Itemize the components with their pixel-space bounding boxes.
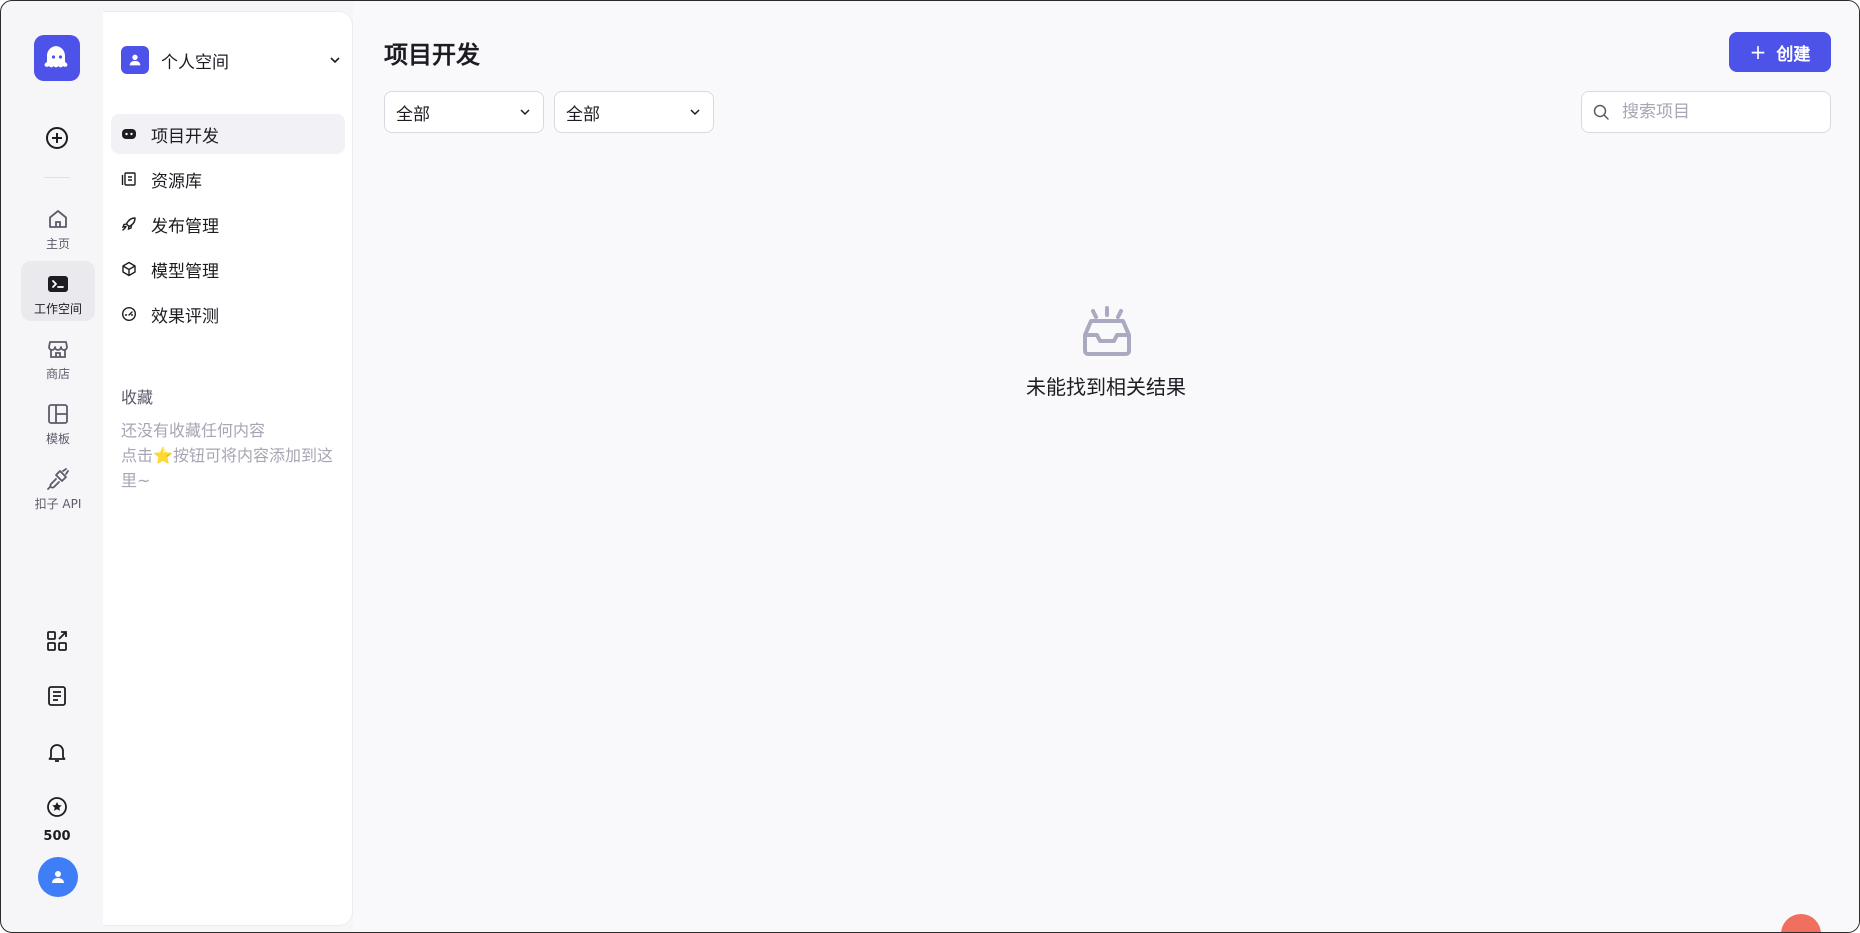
favorites-title: 收藏 [121,388,154,407]
space-user-icon [121,46,149,74]
rail-item-store[interactable]: 商店 [21,326,95,386]
type-filter-select[interactable]: 全部 [384,91,544,133]
template-icon [45,401,71,427]
rail-item-label: 扣子 API [34,497,82,511]
bell-icon[interactable] [43,738,71,766]
favorites-empty-line1: 还没有收藏任何内容 [121,421,266,440]
nav-item-models[interactable]: 模型管理 [111,249,345,289]
plus-icon: + [1749,40,1767,64]
search-box[interactable] [1581,91,1831,133]
bot-icon [121,126,137,142]
rail-item-label: 主页 [45,237,70,251]
app-window: 主页 工作空间 商店 模板 扣子 API 500 个人空间 项目开发 资源库 发… [0,0,1860,933]
rail-item-label: 模板 [45,432,70,446]
user-icon [52,871,64,883]
rail-item-template[interactable]: 模板 [21,391,95,451]
nav-item-label: 资源库 [151,171,202,192]
search-input[interactable] [1620,101,1824,123]
rail-item-label: 工作空间 [33,302,82,316]
chevron-down-icon [329,51,341,70]
create-plus-icon[interactable] [43,124,71,152]
rail-item-label: 商店 [45,367,70,381]
status-filter-select[interactable]: 全部 [554,91,714,133]
api-plug-icon [45,466,71,492]
nav-item-library[interactable]: 资源库 [111,159,345,199]
credits-icon[interactable] [43,793,71,821]
gauge-icon [121,306,137,322]
empty-inbox-icon [1083,306,1131,356]
favorites-hint-text: 点击 [121,446,154,465]
global-rail: 主页 工作空间 商店 模板 扣子 API 500 [11,11,104,924]
star-icon: ⭐ [153,446,173,465]
nav-item-label: 发布管理 [151,216,219,237]
nav-item-label: 模型管理 [151,261,219,282]
nav-item-label: 效果评测 [151,306,219,327]
cube-icon [121,261,137,277]
workspace-sidebar: 个人空间 项目开发 资源库 发布管理 模型管理 效果评测 收藏 还没有收藏任何内… [103,11,353,926]
avatar[interactable] [38,857,78,897]
rail-item-workspace[interactable]: 工作空间 [21,261,95,321]
coze-logo[interactable] [34,35,80,81]
document-icon[interactable] [43,682,71,710]
create-button-label: 创建 [1776,44,1811,65]
chevron-down-icon [519,103,531,122]
apps-grid-icon[interactable] [43,627,71,655]
create-button[interactable]: + 创建 [1729,32,1831,72]
space-name: 个人空间 [161,52,229,73]
nav-item-publish[interactable]: 发布管理 [111,204,345,244]
nav-item-project-dev[interactable]: 项目开发 [111,114,345,154]
chevron-down-icon [689,103,701,122]
filter-value: 全部 [566,104,600,125]
rail-divider [44,177,70,178]
main-content: 项目开发 + 创建 全部 全部 未能找到相关 [353,1,1859,932]
space-selector[interactable]: 个人空间 [121,44,343,76]
home-icon [45,206,71,232]
favorites-empty-hint: 还没有收藏任何内容 点击⭐按钮可将内容添加到这里~ [121,418,343,493]
rail-item-api[interactable]: 扣子 API [21,456,95,516]
terminal-icon [45,271,71,297]
rail-item-home[interactable]: 主页 [21,196,95,256]
nav-item-label: 项目开发 [151,126,219,147]
search-icon [1592,103,1610,121]
favorites-empty-line2: 点击⭐按钮可将内容添加到这里~ [121,443,343,493]
rocket-icon [121,216,137,232]
credits-count: 500 [43,829,71,844]
page-title: 项目开发 [384,41,480,69]
filter-value: 全部 [396,104,430,125]
nav-item-evaluation[interactable]: 效果评测 [111,294,345,334]
library-icon [121,171,137,187]
ghost-logo-icon [44,46,68,68]
store-icon [45,336,71,362]
empty-state-text: 未能找到相关结果 [1026,375,1186,399]
